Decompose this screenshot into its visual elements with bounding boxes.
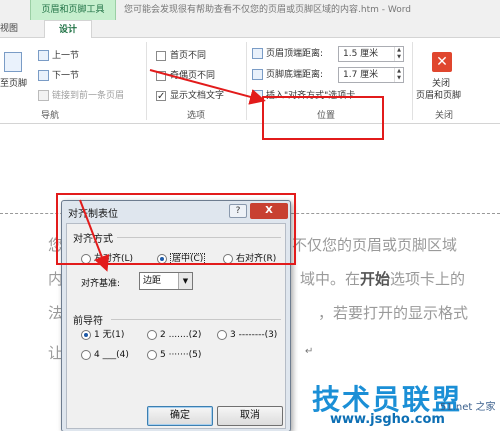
close-header-footer-label-2[interactable]: 页眉和页脚 [416,88,461,104]
leader-4-label: 4 ___(4) [94,350,129,360]
group-label-options: 选项 [186,111,205,121]
link-previous-icon [38,90,49,101]
group-separator [146,42,147,120]
next-section-label: 下一节 [52,71,80,81]
radio-circle [147,349,157,360]
show-document-text-checkbox[interactable]: 显示文档文字 [156,88,225,105]
spin-arrows-icon[interactable]: ▲ ▼ [394,47,403,61]
leader-5-radio[interactable]: 5 ·······(5) [147,348,201,362]
ok-button[interactable]: 确定 [147,406,213,426]
header-top-distance-value: 1.5 厘米 [343,49,379,59]
next-section-icon [38,70,49,81]
leader-2-label: 2 .......(2) [160,330,202,340]
radio-circle [217,329,227,340]
spin-arrows-icon[interactable]: ▲ ▼ [394,68,403,82]
group-separator [412,42,413,120]
link-previous-button[interactable]: 链接到前一条页眉 [38,88,124,104]
align-base-label: 对齐基准: [81,279,121,289]
prev-section-button[interactable]: 上一节 [38,48,79,64]
leader-1-label: 1 无(1) [94,330,125,340]
tab-view[interactable]: 视图 [0,20,18,38]
checkbox-box [156,70,166,81]
document-text-line2-end: 选项卡上的 [390,270,466,288]
different-odd-even-checkbox[interactable]: 奇偶页不同 [156,68,215,84]
leader-5-label: 5 ·······(5) [160,350,202,360]
tab-design[interactable]: 设计 [44,20,93,39]
cancel-button[interactable]: 取消 [217,406,283,426]
annotation-box-alignment [56,193,296,265]
section-divider [111,319,281,320]
leader-2-radio[interactable]: 2 .......(2) [147,328,201,342]
footer-distance-icon [252,69,263,80]
next-section-button[interactable]: 下一节 [38,68,79,84]
prev-section-icon [38,50,49,61]
ribbon: 至页脚 上一节 下一节 链接到前一条页眉 导航 首页不同 奇偶页不同 显示文档文… [0,38,500,124]
title-bar: 页眉和页脚工具 您可能会发现很有帮助查看不仅您的页眉或页脚区域的内容.htm -… [0,0,500,20]
goto-footer-button[interactable]: 至页脚 [0,76,27,92]
header-top-distance-text: 页眉顶端距离: [266,49,324,59]
header-top-distance-input[interactable]: 1.5 厘米 ▲ ▼ [338,46,404,62]
document-text-line1-right: 不仅您的页眉或页脚区域 [292,236,458,254]
show-document-text-label: 显示文档文字 [170,91,225,101]
tab-row: 视图 设计 [0,20,500,39]
document-title: 您可能会发现很有帮助查看不仅您的页眉或页脚区域的内容.htm - Word [124,5,411,15]
dropdown-arrow-icon[interactable]: ▼ [178,273,192,289]
leader-3-radio[interactable]: 3 --------(3) [217,328,277,342]
leader-3-label: 3 --------(3) [230,330,278,340]
paragraph-mark: ↵ [305,346,314,357]
radio-circle [81,349,91,360]
annotation-box-insert-tab [262,96,384,140]
radio-circle [147,329,157,340]
checkbox-box [156,50,166,61]
leader-1-radio[interactable]: 1 无(1) [81,328,124,342]
footer-bottom-distance-label: 页脚底端距离: [252,67,323,83]
document-text-line2-bold: 开始 [360,270,391,288]
document-text-line3-right: ，若要打开的显示格式 [318,304,469,322]
leader-section-label: 前导符 [73,316,103,327]
group-separator [246,42,247,120]
watermark-url: www.jsgho.com [330,412,445,427]
document-text-line2-mid: 域中。在 [300,270,361,288]
group-label-close: 关闭 [434,111,453,121]
close-header-footer-icon[interactable]: ✕ [432,52,452,72]
watermark-side-text: 51.net 之家 [440,402,496,413]
different-odd-even-label: 奇偶页不同 [170,71,216,81]
different-first-page-checkbox[interactable]: 首页不同 [156,48,206,64]
group-label-navigation: 导航 [40,111,59,121]
link-previous-label: 链接到前一条页眉 [52,91,125,101]
context-tab-header-footer-tools[interactable]: 页眉和页脚工具 [30,0,116,20]
header-top-distance-label: 页眉顶端距离: [252,46,323,62]
footer-bottom-distance-input[interactable]: 1.7 厘米 ▲ ▼ [338,67,404,83]
footer-bottom-distance-text: 页脚底端距离: [266,70,324,80]
goto-footer-icon[interactable] [4,52,22,72]
radio-circle-selected [81,329,91,340]
document-text-line2-right: 域中。在开始选项卡上的 [300,268,465,289]
align-base-select[interactable]: 边距 ▼ [139,272,193,290]
footer-bottom-distance-value: 1.7 厘米 [343,70,379,80]
prev-section-label: 上一节 [52,51,80,61]
align-base-value: 边距 [143,276,162,286]
checkbox-box-checked [156,89,166,105]
different-first-page-label: 首页不同 [170,51,207,61]
header-distance-icon [252,48,263,59]
leader-4-radio[interactable]: 4 ___(4) [81,348,129,362]
